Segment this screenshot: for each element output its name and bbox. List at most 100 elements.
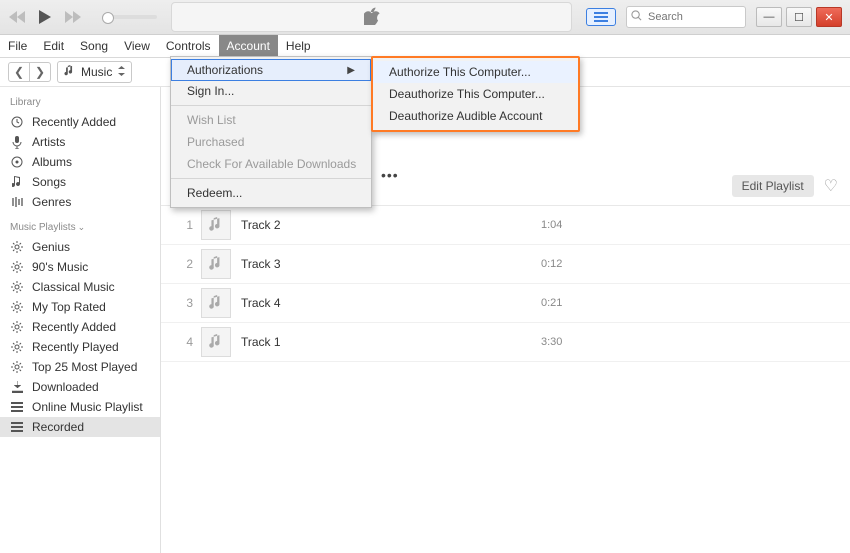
track-artwork	[201, 249, 231, 279]
sidebar-item-recently-added[interactable]: Recently Added	[0, 112, 160, 132]
sidebar-item-label: Genres	[32, 195, 71, 209]
edit-playlist-button[interactable]: Edit Playlist	[732, 175, 814, 197]
menu-controls[interactable]: Controls	[158, 35, 219, 57]
menu-item-redeem[interactable]: Redeem...	[171, 182, 371, 204]
track-duration: 0:21	[541, 297, 562, 309]
authorizations-submenu: Authorize This Computer...Deauthorize Th…	[371, 56, 580, 132]
sidebar-item-genres[interactable]: Genres	[0, 192, 160, 212]
nav-forward-button[interactable]: ❯	[30, 63, 50, 81]
note-icon	[10, 176, 24, 188]
heart-icon[interactable]: ♡	[824, 176, 838, 196]
music-note-icon	[64, 65, 75, 80]
gear-icon	[10, 301, 24, 313]
sidebar-item-recently-added[interactable]: Recently Added	[0, 317, 160, 337]
gear-icon	[10, 361, 24, 373]
submenu-arrow-icon: ▶	[347, 65, 355, 76]
track-artwork	[201, 210, 231, 240]
sidebar-item-label: Recently Added	[32, 320, 116, 334]
track-row[interactable]: 1 Track 2 1:04	[161, 206, 850, 245]
track-duration: 1:04	[541, 219, 562, 231]
volume-slider[interactable]	[102, 15, 157, 19]
menu-file[interactable]: File	[0, 35, 35, 57]
menu-item-deauthorize-audible-account[interactable]: Deauthorize Audible Account	[373, 105, 578, 127]
sidebar-item-label: Artists	[32, 135, 65, 149]
menu-item-authorizations[interactable]: Authorizations ▶	[171, 59, 371, 81]
track-number: 3	[171, 296, 193, 310]
menu-item-wish-list: Wish List	[171, 109, 371, 131]
menu-item-purchased: Purchased	[171, 131, 371, 153]
menu-item-check-for-available-downloads: Check For Available Downloads	[171, 153, 371, 175]
menu-item-sign-in[interactable]: Sign In...	[171, 80, 371, 102]
sidebar-item-label: Genius	[32, 240, 70, 254]
sidebar-item-recently-played[interactable]: Recently Played	[0, 337, 160, 357]
genre-icon	[10, 196, 24, 208]
play-button[interactable]	[36, 8, 54, 26]
clock-icon	[10, 116, 24, 128]
titlebar: — ☐ ✕	[0, 0, 850, 35]
track-row[interactable]: 3 Track 4 0:21	[161, 284, 850, 323]
list-view-button[interactable]	[586, 8, 616, 26]
previous-track-button[interactable]	[8, 8, 26, 26]
nav-back-button[interactable]: ❮	[9, 63, 30, 81]
search-field[interactable]	[626, 6, 746, 28]
menu-item-deauthorize-this-computer[interactable]: Deauthorize This Computer...	[373, 83, 578, 105]
sidebar-item-top-25-most-played[interactable]: Top 25 Most Played	[0, 357, 160, 377]
album-icon	[10, 156, 24, 168]
track-title: Track 3	[241, 257, 521, 271]
sidebar-item-downloaded[interactable]: Downloaded	[0, 377, 160, 397]
menu-item-authorize-this-computer[interactable]: Authorize This Computer...	[373, 61, 578, 83]
window-minimize-button[interactable]: —	[756, 7, 782, 27]
track-row[interactable]: 4Track 13:30	[161, 323, 850, 362]
sidebar-item-songs[interactable]: Songs	[0, 172, 160, 192]
sidebar-item-label: Classical Music	[32, 280, 115, 294]
sidebar-item-genius[interactable]: Genius	[0, 237, 160, 257]
sidebar-item-label: Downloaded	[32, 380, 99, 394]
track-list: 1Track 21:042Track 30:123Track 40:214Tra…	[161, 206, 850, 362]
track-number: 2	[171, 257, 193, 271]
sidebar-item-label: Top 25 Most Played	[32, 360, 137, 374]
sidebar-item-label: Recently Played	[32, 340, 119, 354]
sidebar-item-classical-music[interactable]: Classical Music	[0, 277, 160, 297]
track-title: Track 2	[241, 218, 521, 232]
sidebar-section-header[interactable]: Music Playlists⌄	[0, 212, 160, 237]
sidebar-item-albums[interactable]: Albums	[0, 152, 160, 172]
apple-logo-icon	[364, 7, 380, 28]
menu-item-label: Purchased	[187, 135, 244, 149]
sidebar-item-90-s-music[interactable]: 90's Music	[0, 257, 160, 277]
sidebar-item-label: Albums	[32, 155, 72, 169]
menu-item-label: Authorizations	[187, 63, 263, 77]
sidebar-item-my-top-rated[interactable]: My Top Rated	[0, 297, 160, 317]
menu-account[interactable]: Account	[219, 35, 278, 57]
list-icon	[10, 422, 24, 432]
window-close-button[interactable]: ✕	[816, 7, 842, 27]
menu-song[interactable]: Song	[72, 35, 116, 57]
more-options-button[interactable]: •••	[381, 167, 399, 183]
sidebar-item-label: My Top Rated	[32, 300, 106, 314]
sidebar-item-artists[interactable]: Artists	[0, 132, 160, 152]
sidebar: Library Recently Added Artists Albums Songs G…	[0, 87, 161, 553]
chevron-down-icon: ⌄	[78, 222, 86, 232]
gear-icon	[10, 281, 24, 293]
sidebar-section-header: Library	[0, 87, 160, 112]
sidebar-item-label: Recently Added	[32, 115, 116, 129]
sidebar-item-online-music-playlist[interactable]: Online Music Playlist	[0, 397, 160, 417]
menu-edit[interactable]: Edit	[35, 35, 72, 57]
track-duration: 3:30	[541, 336, 562, 348]
category-label: Music	[81, 65, 112, 79]
menu-view[interactable]: View	[116, 35, 158, 57]
menu-item-label: Redeem...	[187, 186, 242, 200]
track-title: Track 4	[241, 296, 521, 310]
sidebar-item-label: Online Music Playlist	[32, 400, 143, 414]
track-artwork	[201, 327, 231, 357]
menu-separator	[171, 105, 371, 106]
menu-item-label: Check For Available Downloads	[187, 157, 356, 171]
sidebar-item-recorded[interactable]: Recorded	[0, 417, 160, 437]
window-maximize-button[interactable]: ☐	[786, 7, 812, 27]
next-track-button[interactable]	[64, 8, 82, 26]
track-number: 1	[171, 218, 193, 232]
menu-help[interactable]: Help	[278, 35, 319, 57]
account-menu-dropdown: Authorizations ▶ Sign In... Wish List Purcha…	[170, 56, 372, 208]
track-row[interactable]: 2Track 30:12	[161, 245, 850, 284]
media-category-selector[interactable]: Music	[57, 61, 132, 83]
sidebar-item-label: 90's Music	[32, 260, 88, 274]
